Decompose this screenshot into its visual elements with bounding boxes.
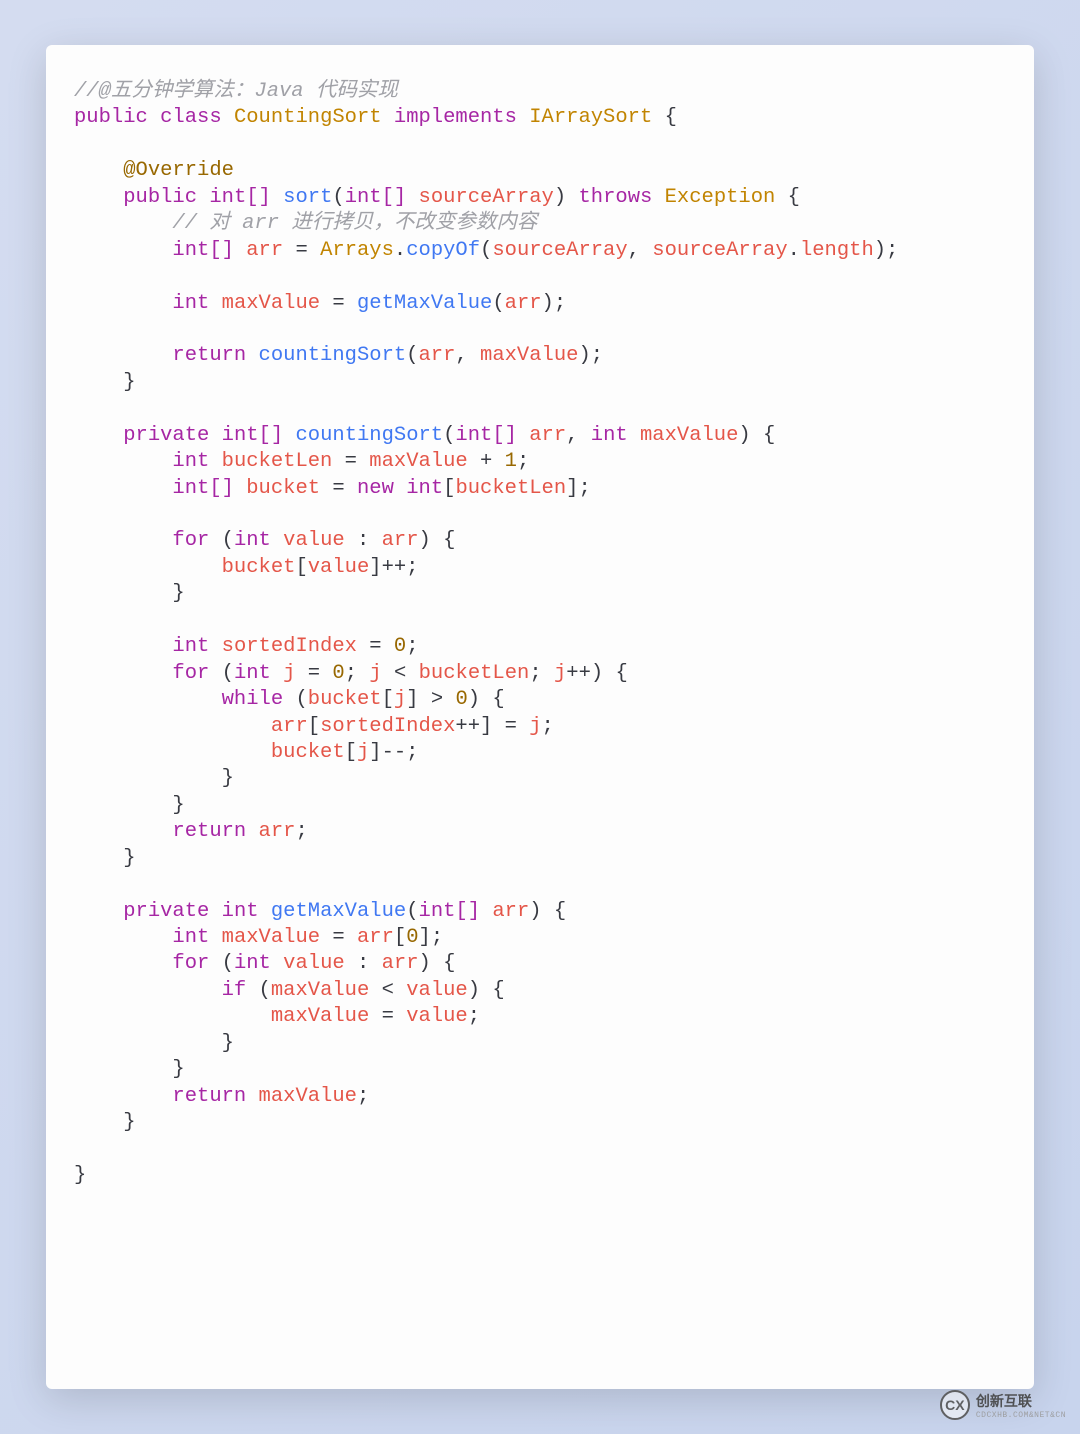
watermark-brand: 创新互联: [976, 1393, 1032, 1409]
method-countingsort: countingSort: [295, 424, 443, 447]
cls-countingsort: CountingSort: [234, 106, 382, 129]
kw-class: class: [160, 106, 222, 129]
cls-iarraysort: IArraySort: [529, 106, 652, 129]
watermark-sub: CDCXHB.COM&NET&CN: [976, 1411, 1066, 1420]
watermark: CX 创新互联 CDCXHB.COM&NET&CN: [940, 1390, 1066, 1420]
comment-copy: // 对 arr 进行拷贝，不改变参数内容: [172, 212, 537, 235]
code-block: //@五分钟学算法：Java 代码实现 public class Countin…: [74, 79, 1006, 1189]
kw-public: public: [74, 106, 148, 129]
method-sort: sort: [283, 186, 332, 209]
code-card: //@五分钟学算法：Java 代码实现 public class Countin…: [46, 45, 1034, 1389]
method-getmaxvalue: getMaxValue: [271, 900, 406, 923]
watermark-logo-icon: CX: [940, 1390, 970, 1420]
annotation-override: @Override: [123, 159, 234, 182]
kw-implements: implements: [394, 106, 517, 129]
comment-header: //@五分钟学算法：Java 代码实现: [74, 80, 398, 103]
